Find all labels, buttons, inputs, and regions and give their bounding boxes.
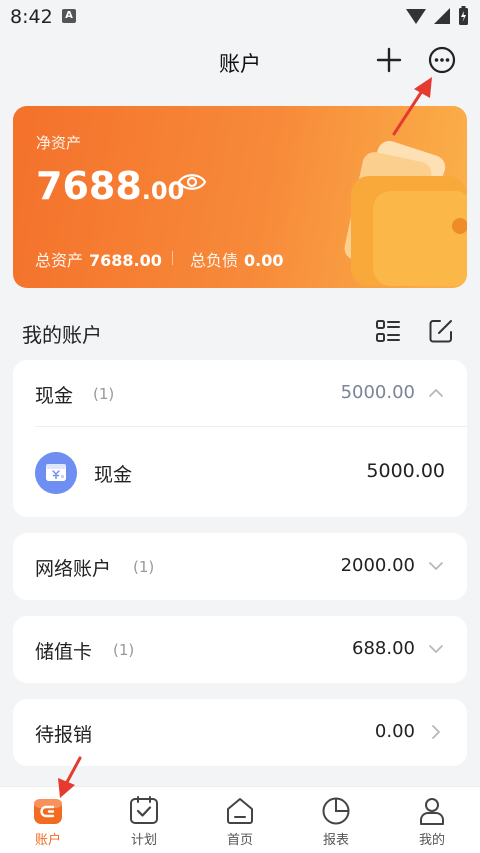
account-item-cash[interactable]: 现金 5000.00 [13,440,467,506]
total-assets-value: 7688.00 [89,251,162,270]
chevron-right-icon[interactable] [427,723,445,741]
tab-label: 账户 [34,833,61,848]
status-time: 8:42 [10,6,53,28]
total-debt-value: 0.00 [244,251,284,270]
account-group-stored-value[interactable]: 储值卡 (1) 688.00 [13,616,467,683]
summary-divider [172,251,173,265]
tab-plan[interactable]: 计划 [96,787,192,853]
group-name: 待报销 [35,724,93,746]
total-debt-label: 总负债 [190,251,239,270]
group-header-stored-value[interactable]: 储值卡 (1) 688.00 [13,616,467,683]
status-bar: 8:42 A [0,0,480,34]
group-name: 储值卡 [35,641,93,663]
account-amount: 5000.00 [366,460,445,482]
group-name: 网络账户 [35,558,112,580]
total-assets-label: 总资产 [35,251,84,270]
list-view-icon[interactable] [373,316,403,346]
eye-icon[interactable] [177,170,207,194]
net-assets-integer: 7688 [36,164,142,208]
plan-tab-icon [130,796,158,824]
net-assets-label: 净资产 [36,134,82,152]
system-status-icons [406,6,468,25]
annotation-arrow-top [392,77,432,136]
total-assets: 总资产 7688.00 [35,247,162,271]
tab-label: 报表 [322,833,349,848]
group-amount: 5000.00 [340,382,415,403]
group-count: (1) [93,385,115,403]
chevron-down-icon[interactable] [427,640,445,658]
wallet-icon [344,140,467,286]
more-options-button[interactable] [427,45,457,75]
chevron-up-icon[interactable] [427,384,445,402]
add-account-button[interactable] [374,45,404,75]
report-tab-icon [322,797,350,825]
group-count: (1) [133,558,155,576]
group-header-online[interactable]: 网络账户 (1) 2000.00 [13,533,467,600]
account-group-cash: 现金 (1) 5000.00 现金 5000.00 [13,360,467,517]
section-title: 我的账户 [22,323,102,347]
profile-tab-icon [420,798,444,825]
tab-label: 计划 [130,833,157,848]
annotation-arrow-bottom [58,756,82,798]
tab-label: 我的 [418,833,445,848]
divider [35,426,467,427]
group-amount: 688.00 [352,638,415,659]
tab-home[interactable]: 首页 [192,787,288,853]
total-debt: 总负债 0.00 [190,247,284,271]
edit-icon[interactable] [426,316,456,346]
tab-label: 首页 [226,833,253,848]
notification-icon: A [62,9,76,23]
group-header-cash[interactable]: 现金 (1) 5000.00 [13,360,467,427]
tab-profile[interactable]: 我的 [384,787,480,853]
tab-report[interactable]: 报表 [288,787,384,853]
group-name: 现金 [35,385,74,407]
group-count: (1) [113,641,135,659]
group-amount: 2000.00 [340,555,415,576]
account-group-online[interactable]: 网络账户 (1) 2000.00 [13,533,467,600]
account-name: 现金 [94,464,133,486]
group-amount: 0.00 [374,721,415,742]
net-assets-amount: 7688.00 [36,164,184,208]
chevron-down-icon[interactable] [427,557,445,575]
cash-yen-icon [35,452,77,494]
home-tab-icon [227,798,253,824]
my-accounts-header: 我的账户 [0,310,480,354]
